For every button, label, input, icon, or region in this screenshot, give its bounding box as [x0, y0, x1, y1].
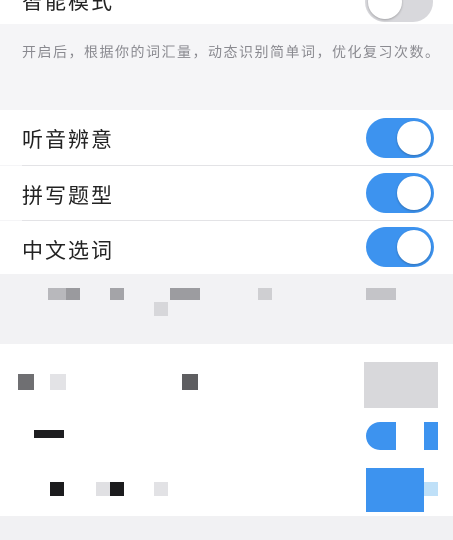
smart-mode-label: 智能模式	[22, 0, 114, 14]
mosaic-block	[110, 288, 124, 300]
mosaic-block	[170, 288, 200, 300]
mosaic-block	[366, 288, 396, 300]
obscured-row	[0, 344, 453, 414]
mosaic-block	[424, 482, 438, 496]
smart-mode-description: 开启后，根据你的词汇量，动态识别简单词，优化复习次数。	[22, 45, 441, 61]
obscured-row	[0, 464, 453, 516]
listening-toggle[interactable]	[366, 118, 434, 158]
question-type-label: 拼写题型	[22, 184, 114, 208]
smart-mode-toggle[interactable]	[365, 0, 433, 22]
mosaic-block	[66, 288, 80, 300]
spelling-toggle[interactable]	[366, 173, 434, 213]
smart-mode-row: 智能模式	[0, 0, 453, 24]
toggle-knob	[397, 176, 431, 210]
mosaic-block	[96, 482, 110, 496]
mosaic-block	[154, 482, 168, 496]
mosaic-block	[34, 430, 64, 438]
mosaic-block	[366, 468, 424, 512]
mosaic-block	[154, 302, 168, 316]
mosaic-block	[182, 374, 198, 390]
obscured-section-header	[0, 274, 453, 344]
mosaic-block	[110, 482, 124, 496]
bottom-strip	[0, 516, 453, 540]
mosaic-block	[366, 422, 396, 450]
question-type-row-chinese-choice[interactable]: 中文选词	[0, 221, 453, 274]
question-type-label: 中文选词	[22, 239, 114, 263]
toggle-knob	[397, 121, 431, 155]
mosaic-block	[364, 362, 438, 408]
mosaic-block	[50, 374, 66, 390]
toggle-knob	[397, 230, 431, 264]
question-type-row-listening[interactable]: 听音辨意	[0, 110, 453, 165]
chinese-choice-toggle[interactable]	[366, 227, 434, 267]
question-type-row-spelling[interactable]: 拼写题型	[0, 166, 453, 220]
mosaic-block	[18, 374, 34, 390]
toggle-knob	[368, 0, 402, 19]
mosaic-block	[258, 288, 272, 300]
mosaic-block	[424, 422, 438, 450]
mosaic-block	[50, 482, 64, 496]
obscured-row	[0, 414, 453, 464]
question-type-label: 听音辨意	[22, 128, 114, 152]
